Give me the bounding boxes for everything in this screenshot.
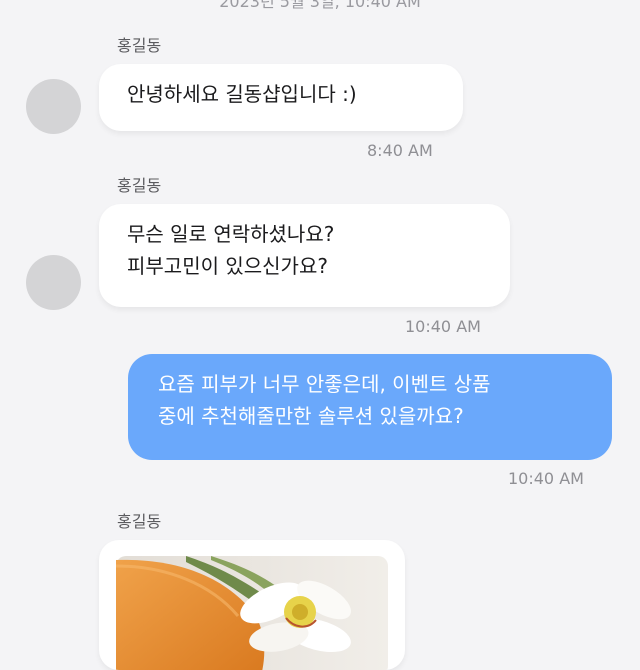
message-text: 무슨 일로 연락하셨나요? [127,222,335,246]
chat-screen: 2023년 5월 3일, 10:40 AM 홍길동 안녕하세요 길동샵입니다 :… [0,0,640,670]
product-photo[interactable] [116,556,388,670]
message-time: 10:40 AM [508,469,584,488]
message-time: 10:40 AM [405,317,481,336]
message-bubble-incoming[interactable]: 안녕하세요 길동샵입니다 :) [99,64,463,131]
avatar[interactable] [26,79,81,134]
date-divider: 2023년 5월 3일, 10:40 AM [219,0,421,11]
message-text: 안녕하세요 길동샵입니다 :) [127,82,357,106]
avatar[interactable] [26,255,81,310]
message-bubble-outgoing[interactable]: 요즘 피부가 너무 안좋은데, 이벤트 상품 중에 추천해줄만한 솔루션 있을까… [128,354,612,460]
message-text: 피부고민이 있으신가요? [127,254,328,278]
message-bubble-incoming[interactable]: 무슨 일로 연락하셨나요? 피부고민이 있으신가요? [99,204,510,307]
message-text: 요즘 피부가 너무 안좋은데, 이벤트 상품 [158,372,491,396]
image-message-card[interactable] [99,540,405,670]
sender-name: 홍길동 [117,36,162,55]
sender-name: 홍길동 [117,176,162,195]
sender-name: 홍길동 [117,512,162,531]
message-time: 8:40 AM [367,141,433,160]
message-text: 중에 추천해줄만한 솔루션 있을까요? [158,404,464,428]
